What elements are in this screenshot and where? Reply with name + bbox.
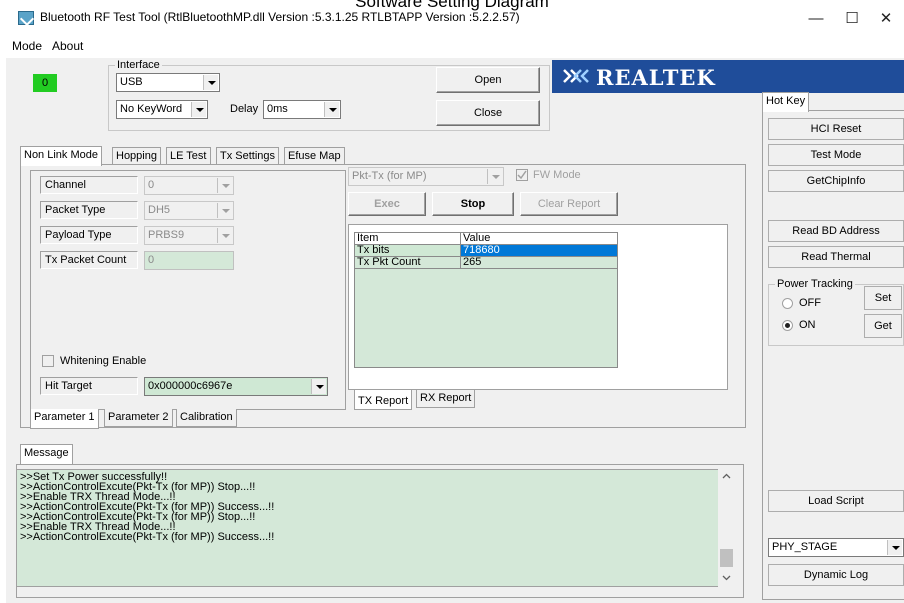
interface-port-select[interactable]: USB	[116, 73, 220, 92]
tab-calibration[interactable]: Calibration	[176, 409, 237, 427]
stage-value: PHY_STAGE	[772, 541, 838, 553]
power-tracking-on-label: ON	[799, 319, 816, 331]
delay-select[interactable]: 0ms	[263, 100, 341, 119]
main-window: 0 Interface USB No KeyWord Delay 0ms Ope…	[6, 58, 904, 603]
chevron-down-icon	[324, 102, 339, 117]
status-indicator: 0	[33, 74, 57, 92]
report-header-value: Value	[460, 232, 618, 245]
chevron-down-icon	[487, 169, 502, 184]
packet-type-select: DH5	[144, 201, 234, 220]
report-cell: Tx bits	[354, 244, 461, 257]
packet-type-value: DH5	[148, 204, 171, 216]
tab-message[interactable]: Message	[20, 444, 73, 464]
chevron-down-icon	[203, 75, 218, 90]
fw-mode-checkbox	[516, 169, 528, 181]
report-cell: Tx Pkt Count	[354, 256, 461, 269]
chevron-down-icon	[887, 540, 902, 555]
chevron-down-icon[interactable]	[722, 575, 731, 581]
tab-tx-settings[interactable]: Tx Settings	[216, 147, 280, 165]
packet-type-label: Packet Type	[40, 201, 138, 219]
title-bar: Bluetooth RF Test Tool (RtlBluetoothMP.d…	[0, 8, 904, 34]
stop-button[interactable]: Stop	[432, 192, 514, 216]
action-mode-value: Pkt-Tx (for MP)	[352, 170, 427, 182]
load-script-button[interactable]: Load Script	[768, 490, 904, 512]
stage-select[interactable]: PHY_STAGE	[768, 538, 904, 557]
whitening-label: Whitening Enable	[60, 355, 147, 367]
tab-parameter-1[interactable]: Parameter 1	[30, 409, 99, 429]
tab-hot-key[interactable]: Hot Key	[762, 92, 810, 112]
power-tracking-label: Power Tracking	[775, 278, 855, 290]
read-thermal-button[interactable]: Read Thermal	[768, 246, 904, 268]
chevron-down-icon	[191, 102, 206, 117]
app-icon	[18, 11, 34, 25]
minimize-button[interactable]: —	[796, 8, 836, 32]
hit-target-label: Hit Target	[40, 377, 138, 395]
tx-packet-count-field[interactable]: 0	[144, 251, 234, 270]
close-button[interactable]: Close	[436, 100, 540, 126]
close-window-button[interactable]: ✕	[866, 8, 904, 32]
delay-value: 0ms	[267, 103, 288, 115]
message-scrollbar[interactable]	[718, 469, 735, 587]
table-row[interactable]: Tx bits 718680	[354, 244, 618, 257]
tab-rx-report[interactable]: RX Report	[416, 390, 476, 408]
hit-target-select[interactable]: 0x000000c6967e	[144, 377, 328, 396]
get-chip-info-button[interactable]: GetChipInfo	[768, 170, 904, 192]
interface-port-value: USB	[120, 76, 143, 88]
open-button[interactable]: Open	[436, 67, 540, 93]
menu-mode[interactable]: Mode	[12, 39, 42, 53]
menu-about[interactable]: About	[52, 39, 83, 53]
tab-efuse-map[interactable]: Efuse Map	[284, 147, 345, 165]
exec-button[interactable]: Exec	[348, 192, 426, 216]
channel-value: 0	[148, 179, 155, 191]
keyword-value: No KeyWord	[120, 103, 183, 115]
clear-report-button[interactable]: Clear Report	[520, 192, 618, 216]
brand-banner: REALTEK	[552, 60, 904, 93]
window-title: Bluetooth RF Test Tool (RtlBluetoothMP.d…	[40, 10, 520, 24]
scroll-thumb[interactable]	[720, 549, 733, 567]
power-tracking-on-radio[interactable]	[782, 320, 793, 331]
power-tracking-off-label: OFF	[799, 297, 821, 309]
payload-type-value: PRBS9	[148, 229, 185, 241]
report-table: Item Value Tx bits 718680 Tx Pkt Count 2…	[354, 232, 618, 269]
checkmark-icon	[517, 170, 527, 180]
interface-group-label: Interface	[115, 59, 162, 71]
chevron-up-icon[interactable]	[722, 473, 731, 479]
realtek-logo-icon	[562, 66, 590, 86]
hci-reset-button[interactable]: HCI Reset	[768, 118, 904, 140]
hit-target-value: 0x000000c6967e	[148, 380, 233, 392]
tab-tx-report[interactable]: TX Report	[354, 390, 413, 410]
delay-label: Delay	[230, 103, 259, 115]
message-log: >>Set Tx Power successfully!! >>ActionCo…	[16, 469, 726, 587]
report-cell: 265	[460, 256, 618, 269]
power-tracking-off-radio[interactable]	[782, 298, 793, 309]
chevron-down-icon	[217, 228, 232, 243]
payload-type-select: PRBS9	[144, 226, 234, 245]
tab-hopping[interactable]: Hopping	[112, 147, 161, 165]
log-line: >>ActionControlExcute(Pkt-Tx (for MP)) S…	[20, 531, 275, 543]
tab-le-test[interactable]: LE Test	[166, 147, 211, 165]
chevron-down-icon	[217, 178, 232, 193]
chevron-down-icon	[217, 203, 232, 218]
menu-bar: Mode About	[0, 38, 904, 56]
report-cell: 718680	[460, 244, 618, 257]
tab-non-link-mode[interactable]: Non Link Mode	[20, 146, 102, 166]
table-row[interactable]: Tx Pkt Count 265	[354, 256, 618, 269]
channel-label: Channel	[40, 176, 138, 194]
action-mode-select: Pkt-Tx (for MP)	[348, 167, 504, 186]
tx-packet-count-label: Tx Packet Count	[40, 251, 138, 269]
keyword-select[interactable]: No KeyWord	[116, 100, 208, 119]
channel-select: 0	[144, 176, 234, 195]
brand-name: REALTEK	[596, 65, 716, 90]
tab-parameter-2[interactable]: Parameter 2	[104, 409, 173, 427]
dynamic-log-button[interactable]: Dynamic Log	[768, 564, 904, 586]
set-button[interactable]: Set	[864, 286, 902, 310]
payload-type-label: Payload Type	[40, 226, 138, 244]
chevron-down-icon	[311, 379, 326, 394]
report-header-item: Item	[354, 232, 461, 245]
fw-mode-label: FW Mode	[533, 169, 581, 181]
get-button[interactable]: Get	[864, 314, 902, 338]
read-bd-address-button[interactable]: Read BD Address	[768, 220, 904, 242]
whitening-checkbox[interactable]	[42, 355, 54, 367]
test-mode-button[interactable]: Test Mode	[768, 144, 904, 166]
